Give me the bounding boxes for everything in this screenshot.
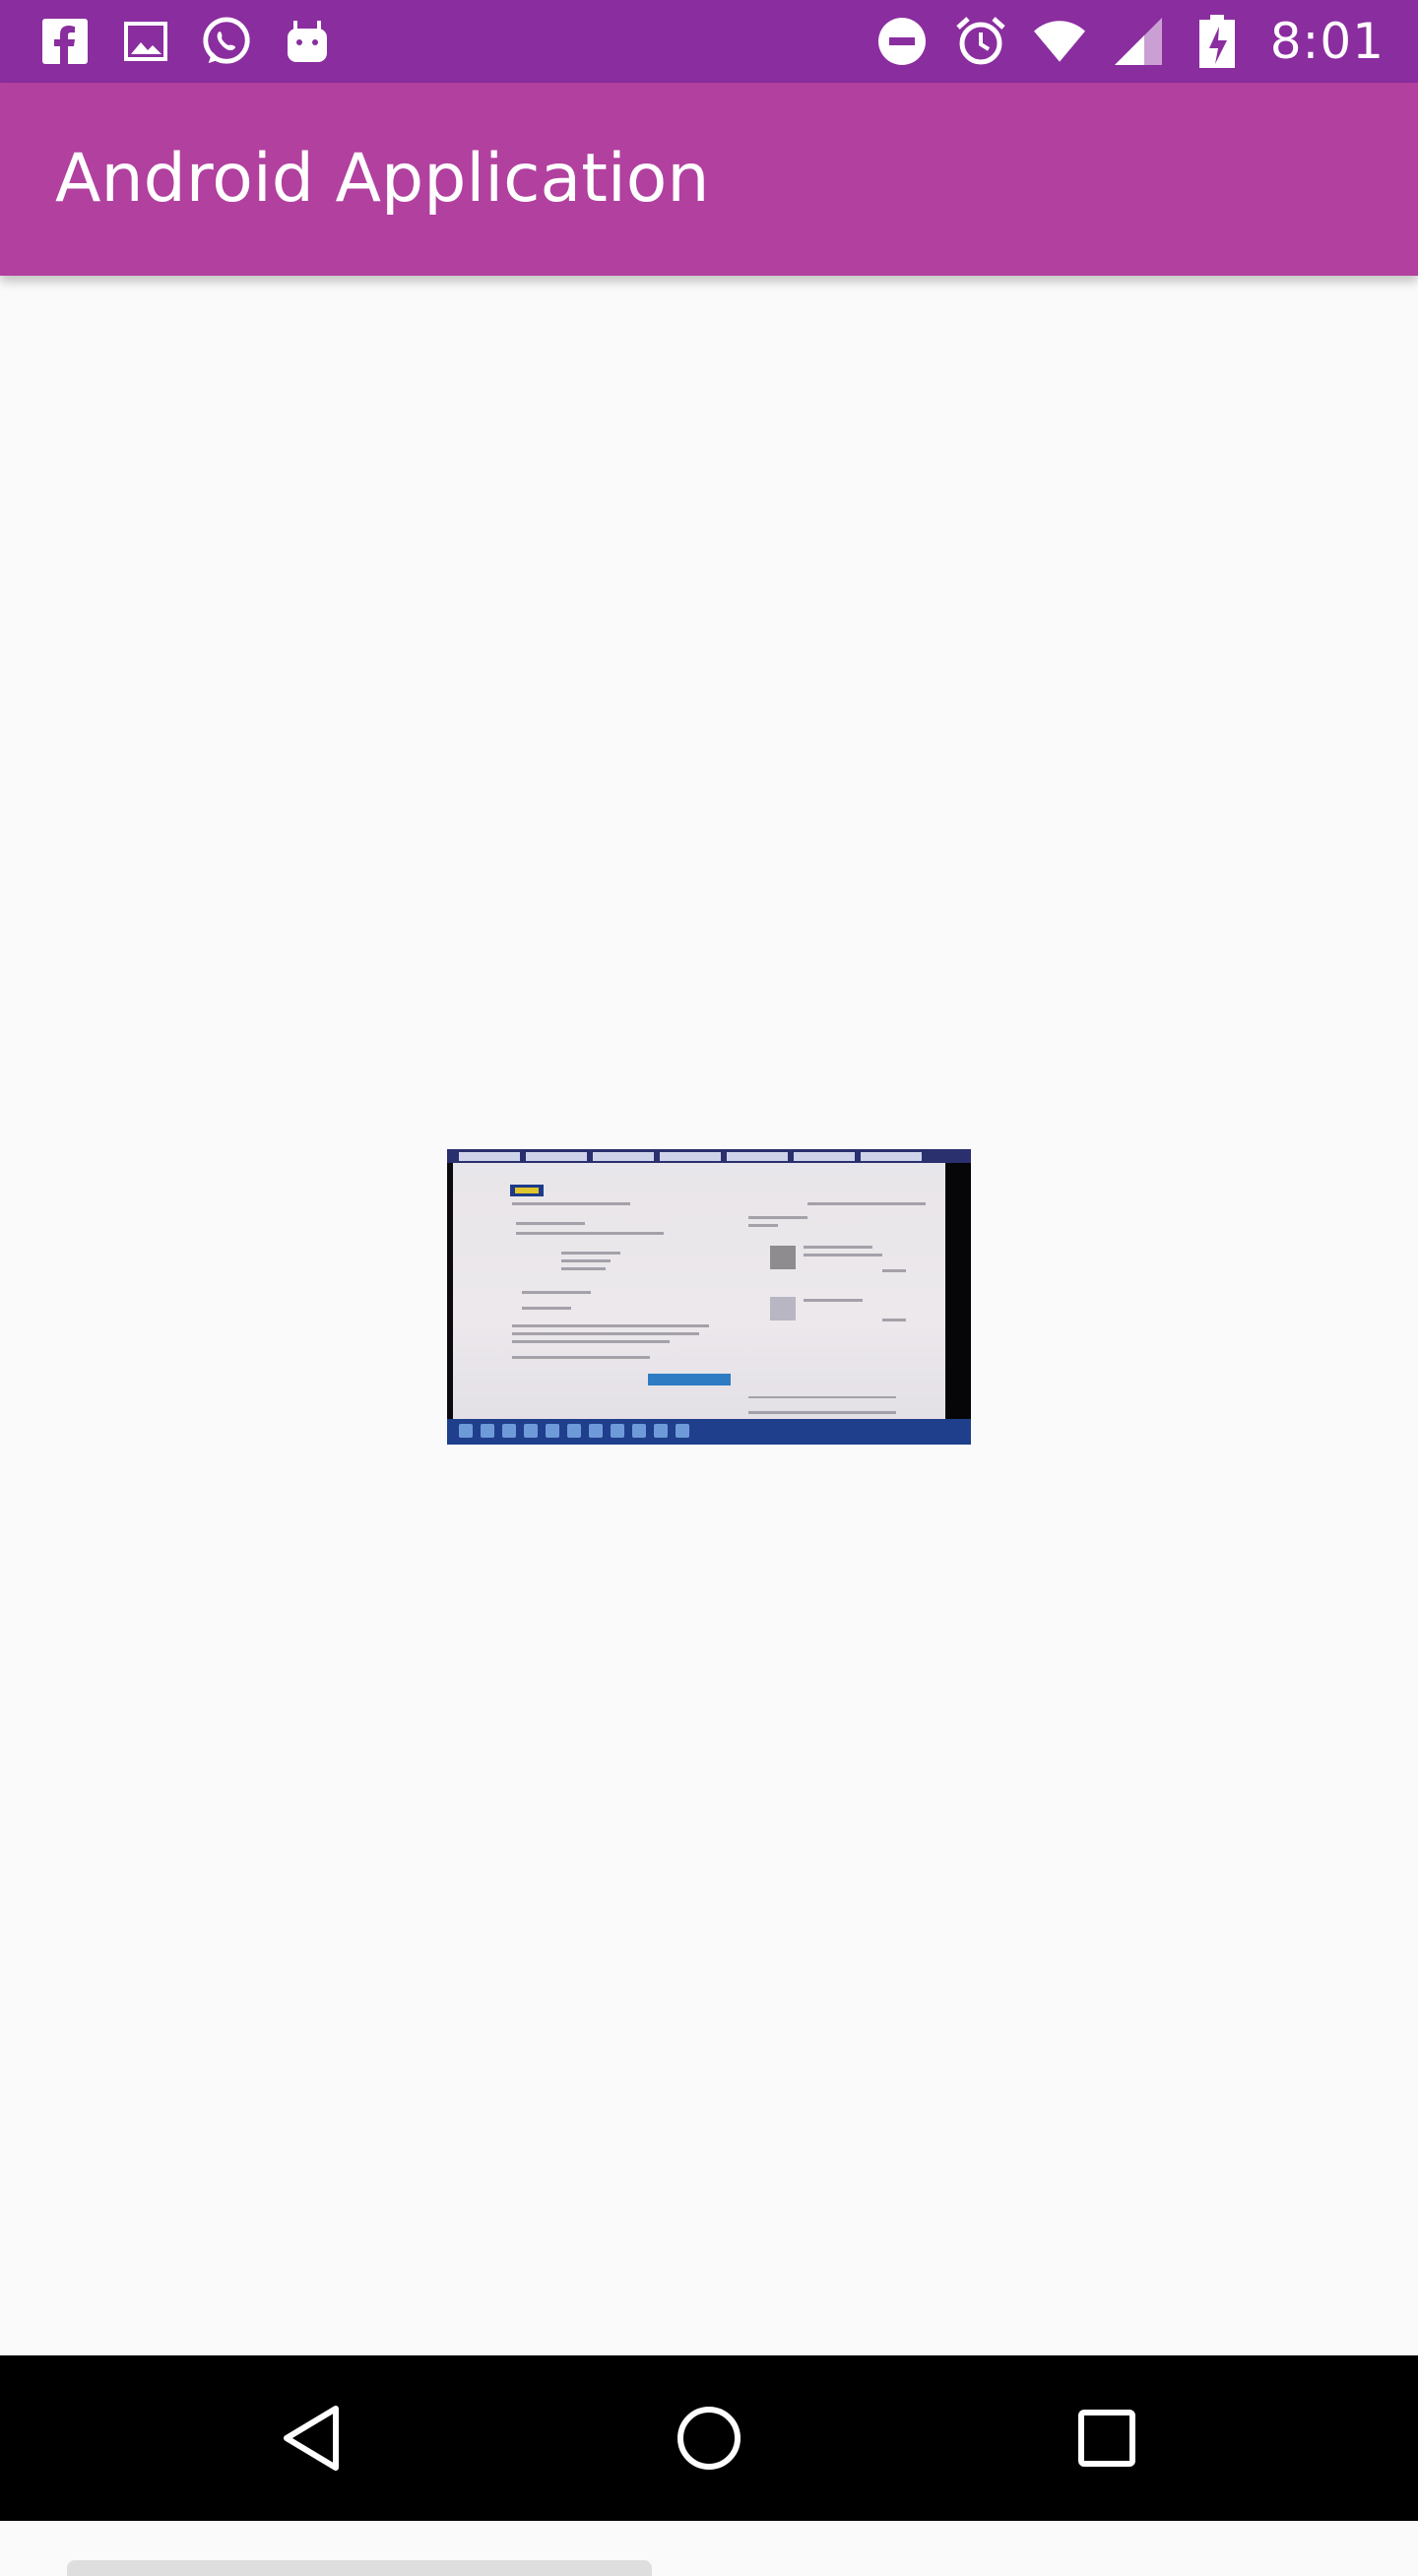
app-title: Android Application: [55, 140, 710, 218]
photo-continue-button: [648, 1374, 731, 1385]
home-button[interactable]: [664, 2393, 754, 2483]
photo-taskbar: [447, 1419, 971, 1445]
photo-address-bar: [453, 1163, 951, 1175]
cell-signal-icon: [1113, 16, 1164, 67]
back-button[interactable]: [266, 2393, 356, 2483]
clock: 8:01: [1269, 13, 1385, 70]
android-icon: [282, 16, 333, 67]
do-not-disturb-icon: [876, 16, 928, 67]
home-icon: [677, 2407, 741, 2470]
displayed-photo[interactable]: [447, 1149, 971, 1445]
app-bar: Android Application: [0, 83, 1418, 276]
whatsapp-icon: [201, 16, 252, 67]
photo-screen: [453, 1175, 945, 1419]
navigation-bar: [0, 2355, 1418, 2521]
gallery-icon: [120, 16, 171, 67]
wifi-icon: [1033, 16, 1085, 67]
recent-apps-button[interactable]: [1062, 2393, 1152, 2483]
recent-apps-icon: [1078, 2410, 1135, 2467]
battery-charging-icon: [1192, 15, 1243, 68]
notification-icons: [39, 14, 333, 69]
status-bar: 8:01: [0, 0, 1418, 83]
photo-logo: [510, 1185, 544, 1196]
content-area: [0, 276, 1418, 2576]
facebook-icon: [39, 16, 91, 67]
photo-browser-tabs: [447, 1149, 971, 1163]
alarm-icon: [955, 16, 1006, 67]
scroll-indicator: [67, 2560, 652, 2576]
system-icons: 8:01: [876, 13, 1385, 70]
back-icon: [284, 2406, 339, 2471]
